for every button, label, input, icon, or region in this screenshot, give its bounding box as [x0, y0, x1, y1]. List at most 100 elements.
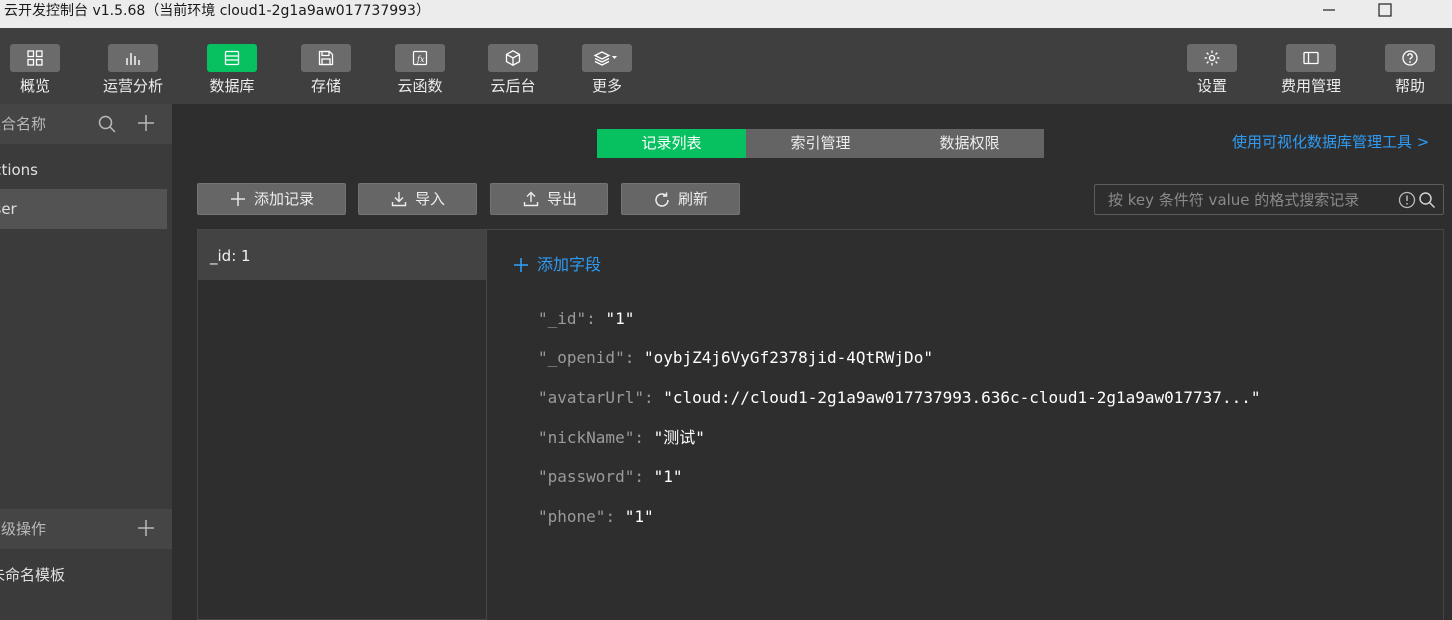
- template-item[interactable]: 未命名模板: [0, 555, 167, 595]
- minimize-icon: [1323, 9, 1335, 11]
- toolbar-settings[interactable]: 设置: [1167, 28, 1257, 104]
- toolbar-storage[interactable]: 存储: [281, 28, 371, 104]
- add-record-label: 添加记录: [254, 190, 315, 208]
- database-icon: [207, 44, 257, 72]
- visual-db-tool-link[interactable]: 使用可视化数据库管理工具 >: [1232, 132, 1429, 152]
- field-value: "1": [653, 467, 683, 486]
- collection-item-label: user: [0, 200, 17, 218]
- toolbar-storage-label: 存储: [310, 77, 341, 95]
- tab-data-permissions[interactable]: 数据权限: [895, 129, 1044, 158]
- collection-item-user[interactable]: user: [0, 189, 167, 229]
- gear-icon: [1187, 44, 1237, 72]
- window-title: 云开发控制台 v1.5.68（当前环境 cloud1-2g1a9aw017737…: [4, 3, 430, 19]
- record-row[interactable]: _id: 1: [198, 230, 486, 280]
- toolbar-more-label: 更多: [591, 77, 622, 95]
- save-icon: [301, 44, 351, 72]
- grid-icon: [10, 44, 60, 72]
- plus-icon: [514, 258, 528, 272]
- toolbar-functions[interactable]: fx 云函数: [375, 28, 465, 104]
- advanced-header-label: 高级操作: [0, 520, 47, 538]
- title-bar: 云开发控制台 v1.5.68（当前环境 cloud1-2g1a9aw017737…: [0, 0, 1452, 28]
- toolbar-functions-label: 云函数: [397, 77, 443, 95]
- search-icon[interactable]: [97, 114, 117, 134]
- export-button[interactable]: 导出: [490, 183, 608, 215]
- collection-item-label: actions: [0, 161, 38, 179]
- field-colon: :: [634, 467, 654, 486]
- download-icon: [391, 192, 407, 207]
- field-row-id[interactable]: "_id": "1": [538, 309, 634, 329]
- bar-chart-icon: [108, 44, 158, 72]
- field-key: "phone": [538, 507, 606, 526]
- search-icon[interactable]: [1418, 191, 1436, 209]
- field-key: "_openid": [538, 348, 625, 367]
- field-key: "avatarUrl": [538, 388, 644, 407]
- help-icon: [1385, 44, 1435, 72]
- refresh-label: 刷新: [678, 190, 709, 208]
- collections-header-label: 集合名称: [0, 115, 47, 133]
- toolbar-cloud-backend[interactable]: 云后台: [468, 28, 558, 104]
- tab-record-list[interactable]: 记录列表: [597, 129, 746, 158]
- toolbar-help-label: 帮助: [1394, 77, 1425, 95]
- record-search-box[interactable]: 按 key 条件符 value 的格式搜索记录: [1094, 184, 1444, 215]
- import-label: 导入: [415, 190, 446, 208]
- record-list: _id: 1: [197, 229, 487, 620]
- record-detail: 添加字段 "_id": "1" "_openid": "oybjZ4j6VyGf…: [487, 229, 1444, 620]
- toolbar-overview-label: 概览: [19, 77, 50, 95]
- minimize-button[interactable]: [1306, 0, 1352, 28]
- main-toolbar: 概览 运营分析 数据库 存储 fx 云函数 云后台 更多 设置 费用管理 帮助: [0, 28, 1452, 104]
- field-key: "password": [538, 467, 635, 486]
- maximize-button[interactable]: [1362, 0, 1408, 28]
- add-record-button[interactable]: 添加记录: [197, 183, 346, 215]
- field-key: "nickName": [538, 428, 635, 447]
- toolbar-overview[interactable]: 概览: [0, 28, 80, 104]
- info-icon[interactable]: [1398, 191, 1416, 209]
- field-key: "_id": [538, 309, 587, 328]
- field-colon: :: [605, 507, 625, 526]
- field-row-openid[interactable]: "_openid": "oybjZ4j6VyGf2378jid-4QtRWjDo…: [538, 348, 933, 368]
- plus-icon: [231, 192, 245, 206]
- toolbar-more[interactable]: 更多: [562, 28, 652, 104]
- field-value: "测试": [653, 428, 705, 447]
- field-value: "1": [624, 507, 654, 526]
- add-field-label: 添加字段: [537, 255, 602, 274]
- template-item-label: 未命名模板: [0, 566, 66, 584]
- toolbar-billing-label: 费用管理: [1280, 77, 1341, 95]
- field-row-avatarurl[interactable]: "avatarUrl": "cloud://cloud1-2g1a9aw0177…: [538, 388, 1260, 408]
- function-icon: fx: [395, 44, 445, 72]
- layers-dropdown-icon: [582, 44, 632, 72]
- toolbar-analytics-label: 运营分析: [102, 77, 163, 95]
- record-search-placeholder: 按 key 条件符 value 的格式搜索记录: [1108, 191, 1360, 209]
- field-colon: :: [634, 428, 654, 447]
- record-row-label: _id: 1: [210, 247, 251, 265]
- collection-item-actions[interactable]: actions: [0, 150, 167, 190]
- toolbar-cloud-backend-label: 云后台: [490, 77, 536, 95]
- export-label: 导出: [547, 190, 578, 208]
- toolbar-analytics[interactable]: 运营分析: [88, 28, 178, 104]
- svg-text:fx: fx: [416, 55, 425, 64]
- maximize-icon: [1378, 3, 1392, 17]
- tab-index-management[interactable]: 索引管理: [746, 129, 895, 158]
- collections-sidebar: 集合名称 actions user 高级操作 未命名模板: [0, 104, 172, 620]
- field-value: "1": [605, 309, 635, 328]
- refresh-button[interactable]: 刷新: [621, 183, 740, 215]
- add-collection-icon[interactable]: [137, 114, 155, 132]
- toolbar-database[interactable]: 数据库: [187, 28, 277, 104]
- upload-icon: [523, 191, 539, 207]
- advanced-header: 高级操作: [0, 509, 172, 549]
- field-value: "cloud://cloud1-2g1a9aw017737993.636c-cl…: [663, 388, 1261, 407]
- toolbar-settings-label: 设置: [1196, 77, 1227, 95]
- cube-icon: [488, 44, 538, 72]
- field-row-phone[interactable]: "phone": "1": [538, 507, 654, 527]
- toolbar-billing[interactable]: 费用管理: [1266, 28, 1356, 104]
- billing-icon: [1286, 44, 1336, 72]
- field-row-password[interactable]: "password": "1": [538, 467, 683, 487]
- collections-header: 集合名称: [0, 104, 172, 144]
- refresh-icon: [655, 192, 669, 207]
- add-template-icon[interactable]: [137, 519, 155, 537]
- field-row-nickname[interactable]: "nickName": "测试": [538, 428, 705, 448]
- field-colon: :: [643, 388, 664, 407]
- toolbar-database-label: 数据库: [209, 77, 255, 95]
- toolbar-help[interactable]: 帮助: [1365, 28, 1452, 104]
- field-colon: :: [624, 348, 644, 367]
- import-button[interactable]: 导入: [358, 183, 477, 215]
